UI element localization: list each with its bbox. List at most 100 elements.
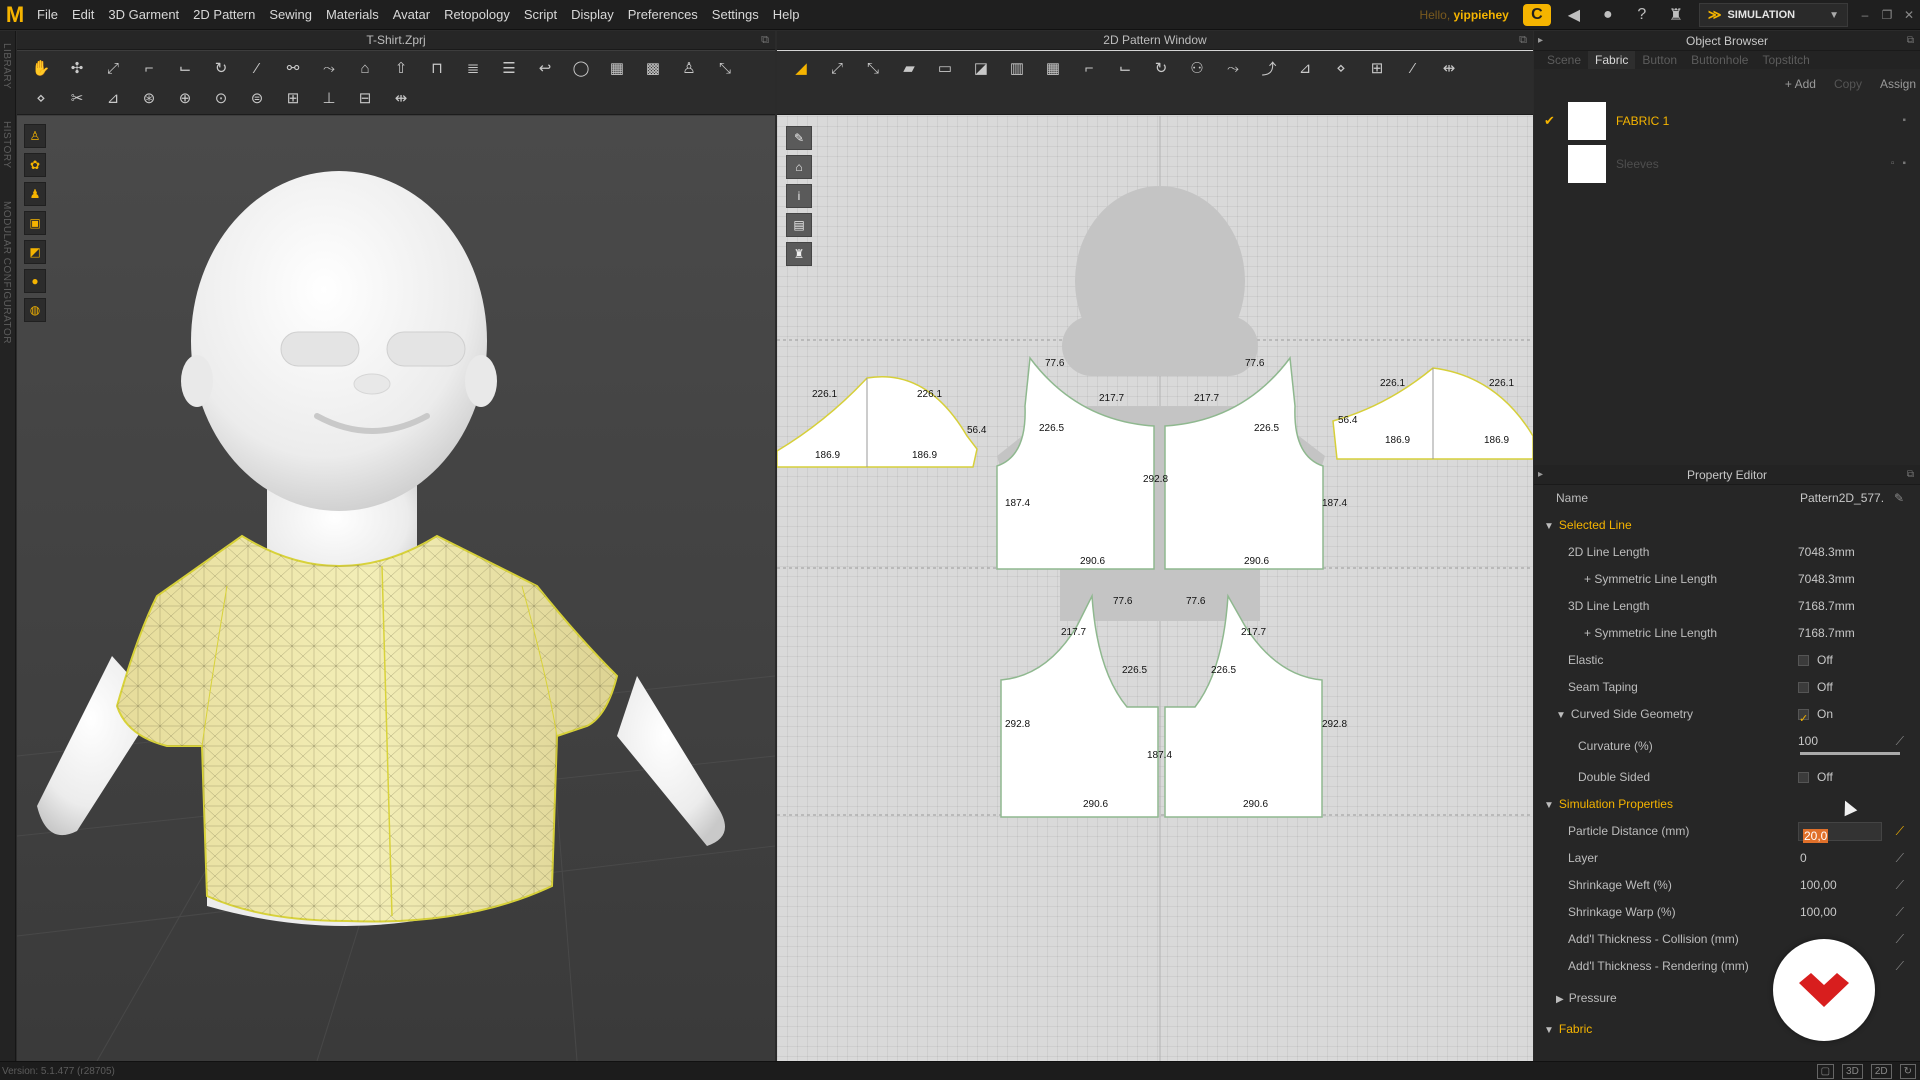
- mode-dropdown[interactable]: ≫ SIMULATION ▼: [1698, 3, 1848, 27]
- viewport-3d[interactable]: ♙ ✿ ♟ ▣ ◩ ● ◍: [17, 116, 775, 1061]
- button-icon[interactable]: ⊛: [135, 85, 163, 111]
- info-icon[interactable]: i: [786, 184, 812, 208]
- menu-preferences[interactable]: Preferences: [621, 0, 705, 30]
- viewport-2d[interactable]: 226.1 226.1 56.4 186.9 186.9 226.1 226.1…: [777, 116, 1533, 1061]
- add-fabric-button[interactable]: + Add: [1785, 77, 1816, 91]
- double-sided-checkbox[interactable]: [1798, 772, 1809, 784]
- tab-buttonhole[interactable]: Buttonhole: [1684, 51, 1755, 69]
- section-simulation[interactable]: ▼ Simulation Properties: [1534, 791, 1920, 818]
- side-tab-library[interactable]: LIBRARY: [1, 43, 12, 89]
- curved-checkbox[interactable]: [1798, 706, 1809, 733]
- help-icon[interactable]: ?: [1625, 0, 1659, 30]
- sewing-length-icon[interactable]: ⤳: [1219, 55, 1247, 81]
- edit-curvature-icon[interactable]: ⤡: [859, 55, 887, 81]
- menu-edit[interactable]: Edit: [65, 0, 101, 30]
- menu-3d-garment[interactable]: 3D Garment: [101, 0, 186, 30]
- weft-value[interactable]: 100,00: [1800, 872, 1837, 899]
- transform-icon[interactable]: ✣: [63, 55, 91, 81]
- collision-picker-icon[interactable]: ⟋: [1896, 926, 1904, 953]
- dart-icon[interactable]: ⊿: [1291, 55, 1319, 81]
- layout-2d-icon[interactable]: 2D: [1870, 1064, 1892, 1079]
- sewing-display-icon[interactable]: ✎: [786, 126, 812, 150]
- side-tab-history[interactable]: HISTORY: [1, 121, 12, 169]
- piping-icon[interactable]: ⊥: [315, 85, 343, 111]
- notch-icon[interactable]: ⋄: [1327, 55, 1355, 81]
- undock-icon[interactable]: ⧉: [761, 31, 769, 50]
- menu-avatar[interactable]: Avatar: [386, 0, 437, 30]
- mesh-select-icon[interactable]: ⋄: [27, 85, 55, 111]
- skin-icon[interactable]: ●: [24, 269, 46, 293]
- menu-sewing[interactable]: Sewing: [262, 0, 319, 30]
- edit-pattern-icon[interactable]: ⤢: [823, 55, 851, 81]
- rendering-picker-icon[interactable]: ⟋: [1896, 953, 1904, 980]
- undock-2d-icon[interactable]: ⧉: [1519, 31, 1527, 50]
- puckering-icon[interactable]: ⊞: [279, 85, 307, 111]
- close-button[interactable]: ✕: [1898, 0, 1920, 30]
- edit-sewing-icon[interactable]: ↻: [1147, 55, 1175, 81]
- grid-2d-icon[interactable]: ▦: [1039, 55, 1067, 81]
- section-selected-line[interactable]: ▼ Selected Line: [1534, 512, 1920, 539]
- elastic-checkbox[interactable]: [1798, 655, 1809, 667]
- segment-sewing-icon[interactable]: ⌐: [1075, 55, 1103, 81]
- trace-icon[interactable]: ⤴: [1255, 55, 1283, 81]
- arrange-icon[interactable]: ⇧: [387, 55, 415, 81]
- layout-3d-icon[interactable]: 3D: [1842, 1064, 1863, 1079]
- collapse-arrow-icon[interactable]: ▸: [1538, 31, 1543, 51]
- hanger-icon[interactable]: ♜: [1659, 0, 1693, 30]
- menu-help[interactable]: Help: [766, 0, 807, 30]
- menu-materials[interactable]: Materials: [319, 0, 386, 30]
- grid-alt-icon[interactable]: ▩: [639, 55, 667, 81]
- fabric-item-2[interactable]: Sleeves ▫▪: [1534, 142, 1920, 185]
- layout-single-icon[interactable]: ▢: [1816, 1064, 1835, 1079]
- fabric-lock-icon[interactable]: ▪: [1902, 115, 1914, 126]
- pin-icon[interactable]: ⁄: [243, 55, 271, 81]
- strengthen-icon[interactable]: ⊓: [423, 55, 451, 81]
- avatar-body-icon[interactable]: ♟: [24, 182, 46, 206]
- collapse-pe-icon[interactable]: ▸: [1538, 465, 1543, 485]
- warp-value[interactable]: 100,00: [1800, 899, 1837, 926]
- assign-fabric-button[interactable]: Assign: [1880, 77, 1916, 91]
- trim-icon[interactable]: ⊿: [99, 85, 127, 111]
- fabric-item-1[interactable]: ✔ FABRIC 1 ▪: [1534, 99, 1920, 142]
- curvature-value[interactable]: 100: [1798, 728, 1818, 754]
- tacking-icon[interactable]: ◯: [567, 55, 595, 81]
- graphic-icon[interactable]: ⊜: [243, 85, 271, 111]
- seam-allowance-icon[interactable]: ⊞: [1363, 55, 1391, 81]
- texture-icon[interactable]: ▣: [24, 211, 46, 235]
- layer-stack-icon[interactable]: ☰: [495, 55, 523, 81]
- menu-script[interactable]: Script: [517, 0, 564, 30]
- tape-2d-icon[interactable]: ⇹: [1435, 55, 1463, 81]
- tab-scene[interactable]: Scene: [1540, 51, 1588, 69]
- tab-button[interactable]: Button: [1635, 51, 1684, 69]
- layer-value[interactable]: 0: [1800, 845, 1807, 872]
- menu-2d-pattern[interactable]: 2D Pattern: [186, 0, 262, 30]
- tape-icon[interactable]: ⤳: [315, 55, 343, 81]
- user-icon[interactable]: ●: [1591, 0, 1625, 30]
- select-mesh-icon[interactable]: ⤢: [99, 55, 127, 81]
- maximize-button[interactable]: ❐: [1876, 0, 1898, 30]
- rectangle-icon[interactable]: ▭: [931, 55, 959, 81]
- copy-fabric-button[interactable]: Copy: [1834, 77, 1862, 91]
- name-value[interactable]: Pattern2D_577.: [1800, 485, 1884, 512]
- reset-icon[interactable]: ↻: [207, 55, 235, 81]
- avatar-2d-icon[interactable]: ♜: [786, 242, 812, 266]
- buttonhole-icon[interactable]: ⊕: [171, 85, 199, 111]
- mesh-edit-icon[interactable]: ⤡: [711, 55, 739, 81]
- check-sewing-icon[interactable]: ⚇: [1183, 55, 1211, 81]
- username[interactable]: yippiehey: [1454, 8, 1509, 22]
- polygon-icon[interactable]: ▰: [895, 55, 923, 81]
- undock-pe-icon[interactable]: ⧉: [1907, 465, 1914, 485]
- menu-file[interactable]: File: [30, 0, 65, 30]
- menu-display[interactable]: Display: [564, 0, 621, 30]
- undock-ob-icon[interactable]: ⧉: [1907, 31, 1914, 51]
- pattern-display-icon[interactable]: ⌂: [786, 155, 812, 179]
- zipper-icon[interactable]: ⊙: [207, 85, 235, 111]
- tab-fabric[interactable]: Fabric: [1588, 51, 1636, 69]
- seam-icon[interactable]: ↩: [531, 55, 559, 81]
- elastic-icon[interactable]: ⊟: [351, 85, 379, 111]
- minimize-button[interactable]: –: [1854, 0, 1876, 30]
- avatar-pose-icon[interactable]: ♙: [675, 55, 703, 81]
- particle-distance-input[interactable]: 20,0: [1798, 822, 1882, 843]
- edit-name-icon[interactable]: ✎: [1894, 485, 1904, 512]
- grid-icon[interactable]: ▦: [603, 55, 631, 81]
